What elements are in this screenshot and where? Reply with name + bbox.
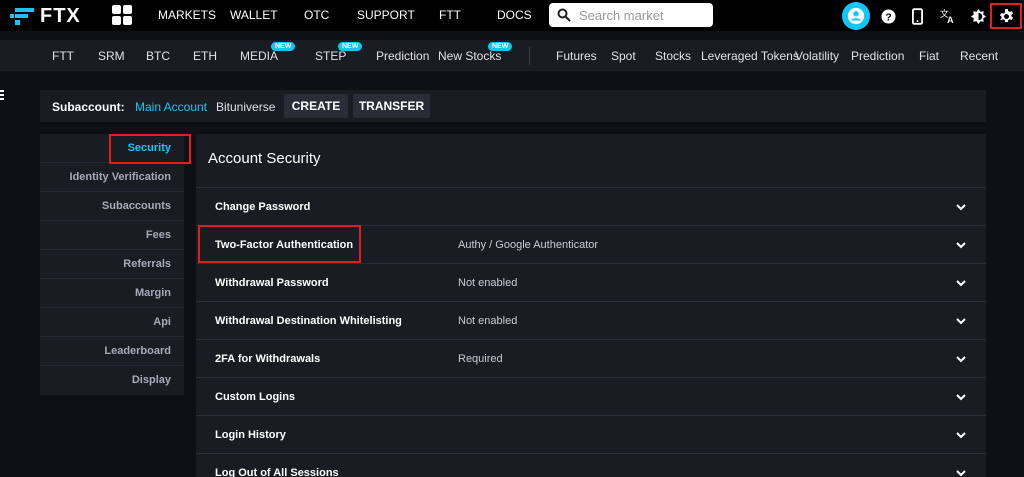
gear-highlight-box [990,3,1022,29]
help-icon[interactable]: ? [877,5,899,27]
row-name: Change Password [215,201,311,213]
sidebar-item-margin[interactable]: Margin [40,279,184,308]
chevron-down-icon[interactable] [954,353,968,365]
svg-text:A: A [947,15,954,24]
settings-row-login-history[interactable]: Login History [196,415,986,453]
row-name: Log Out of All Sessions [215,467,339,477]
sidebar-item-label: Leaderboard [104,345,171,357]
sidebar-item-label: Fees [145,229,171,241]
ftx-logo[interactable]: FTX [10,5,81,27]
top-navbar: FTX MARKETS WALLET OTC SUPPORT FTT DOCS … [0,0,1024,31]
new-badge-media: NEW [271,42,296,51]
chevron-down-icon[interactable] [954,467,968,477]
apps-grid-icon[interactable] [112,5,132,25]
two-factor-highlight-box [198,225,361,263]
settings-row-withdrawal-password[interactable]: Withdrawal Password Not enabled [196,263,986,301]
subnav-prediction-right[interactable]: Prediction [851,49,904,63]
nav-wallet[interactable]: WALLET [230,8,278,22]
sidebar-item-label: Referrals [123,258,171,270]
settings-sidebar: Security Identity Verification Subaccoun… [40,134,184,395]
create-button[interactable]: CREATE [284,94,348,118]
chevron-down-icon[interactable] [954,201,968,213]
menu-icon[interactable] [0,89,4,101]
sidebar-item-fees[interactable]: Fees [40,221,184,250]
subnav-divider [529,47,530,65]
search-input[interactable] [579,7,699,23]
page-title: Account Security [208,150,321,167]
sidebar-item-subaccounts[interactable]: Subaccounts [40,192,184,221]
nav-otc[interactable]: OTC [304,8,329,22]
chevron-down-icon[interactable] [954,429,968,441]
subnav-srm[interactable]: SRM [98,49,125,63]
translate-icon[interactable]: 文A [937,5,959,27]
row-name: 2FA for Withdrawals [215,353,321,365]
row-value: Not enabled [458,277,518,289]
nav-markets[interactable]: MARKETS [158,8,216,22]
chevron-down-icon[interactable] [954,391,968,403]
chevron-down-icon[interactable] [954,315,968,327]
chevron-down-icon[interactable] [954,277,968,289]
nav-support[interactable]: SUPPORT [357,8,415,22]
sidebar-item-label: Api [153,316,171,328]
subnav-step[interactable]: STEP [315,49,346,63]
nav-docs[interactable]: DOCS [497,8,532,22]
user-icon[interactable] [842,2,870,30]
sidebar-item-label: Subaccounts [101,200,171,212]
scrolled-off-account-info [40,71,986,77]
subnav-recent[interactable]: Recent [960,49,998,63]
subaccount-label: Subaccount: [52,100,125,114]
subnav-eth[interactable]: ETH [193,49,217,63]
logo-text: FTX [40,4,81,27]
subnav-media[interactable]: MEDIA [240,49,278,63]
chevron-down-icon[interactable] [954,239,968,251]
settings-row-custom-logins[interactable]: Custom Logins [196,377,986,415]
subnav-ftt[interactable]: FTT [52,49,74,63]
subnav-prediction[interactable]: Prediction [376,49,429,63]
account-security-panel: Account Security Change Password Two-Fac… [196,134,986,477]
settings-row-change-password[interactable]: Change Password [196,187,986,225]
subnav-btc[interactable]: BTC [146,49,170,63]
security-highlight-box [109,134,191,164]
subnav-stocks[interactable]: Stocks [655,49,691,63]
subaccount-bituniverse-link[interactable]: Bituniverse [216,100,275,114]
mobile-icon[interactable] [906,5,928,27]
market-subnav: FTT SRM BTC ETH MEDIA NEW STEP NEW Predi… [0,40,1024,100]
subnav-spot[interactable]: Spot [611,49,636,63]
search-bar[interactable] [549,3,713,27]
subnav-fiat[interactable]: Fiat [919,49,939,63]
sidebar-item-identity-verification[interactable]: Identity Verification [40,163,184,192]
ftx-logo-mark-icon [10,6,34,26]
svg-text:?: ? [885,12,891,23]
sidebar-item-display[interactable]: Display [40,366,184,395]
row-value: Authy / Google Authenticator [458,239,599,251]
subnav-futures[interactable]: Futures [556,49,597,63]
transfer-button[interactable]: TRANSFER [353,94,430,118]
sidebar-item-label: Display [131,374,171,386]
row-value: Not enabled [458,315,518,327]
search-icon [557,8,571,22]
row-name: Custom Logins [215,391,296,403]
row-name: Login History [215,429,286,441]
settings-row-withdrawal-whitelisting[interactable]: Withdrawal Destination Whitelisting Not … [196,301,986,339]
new-badge-stocks: NEW [488,42,513,51]
new-badge-step: NEW [338,42,363,51]
subaccount-main-link[interactable]: Main Account [135,100,207,114]
settings-row-log-out-all-sessions[interactable]: Log Out of All Sessions [196,453,986,477]
row-name: Withdrawal Destination Whitelisting [215,315,402,327]
sidebar-item-label: Identity Verification [69,171,171,183]
subnav-volatility[interactable]: Volatility [795,49,839,63]
theme-toggle-icon[interactable] [967,5,989,27]
subaccount-bar: Subaccount: Main Account Bituniverse CRE… [40,90,986,122]
subnav-new-stocks[interactable]: New Stocks [438,49,501,63]
row-name: Withdrawal Password [215,277,329,289]
row-value: Required [458,353,503,365]
subnav-leveraged-tokens[interactable]: Leveraged Tokens [701,49,799,63]
sidebar-item-referrals[interactable]: Referrals [40,250,184,279]
sidebar-item-leaderboard[interactable]: Leaderboard [40,337,184,366]
sidebar-item-api[interactable]: Api [40,308,184,337]
sidebar-item-label: Margin [134,287,171,299]
settings-row-2fa-withdrawals[interactable]: 2FA for Withdrawals Required [196,339,986,377]
nav-ftt[interactable]: FTT [439,8,461,22]
